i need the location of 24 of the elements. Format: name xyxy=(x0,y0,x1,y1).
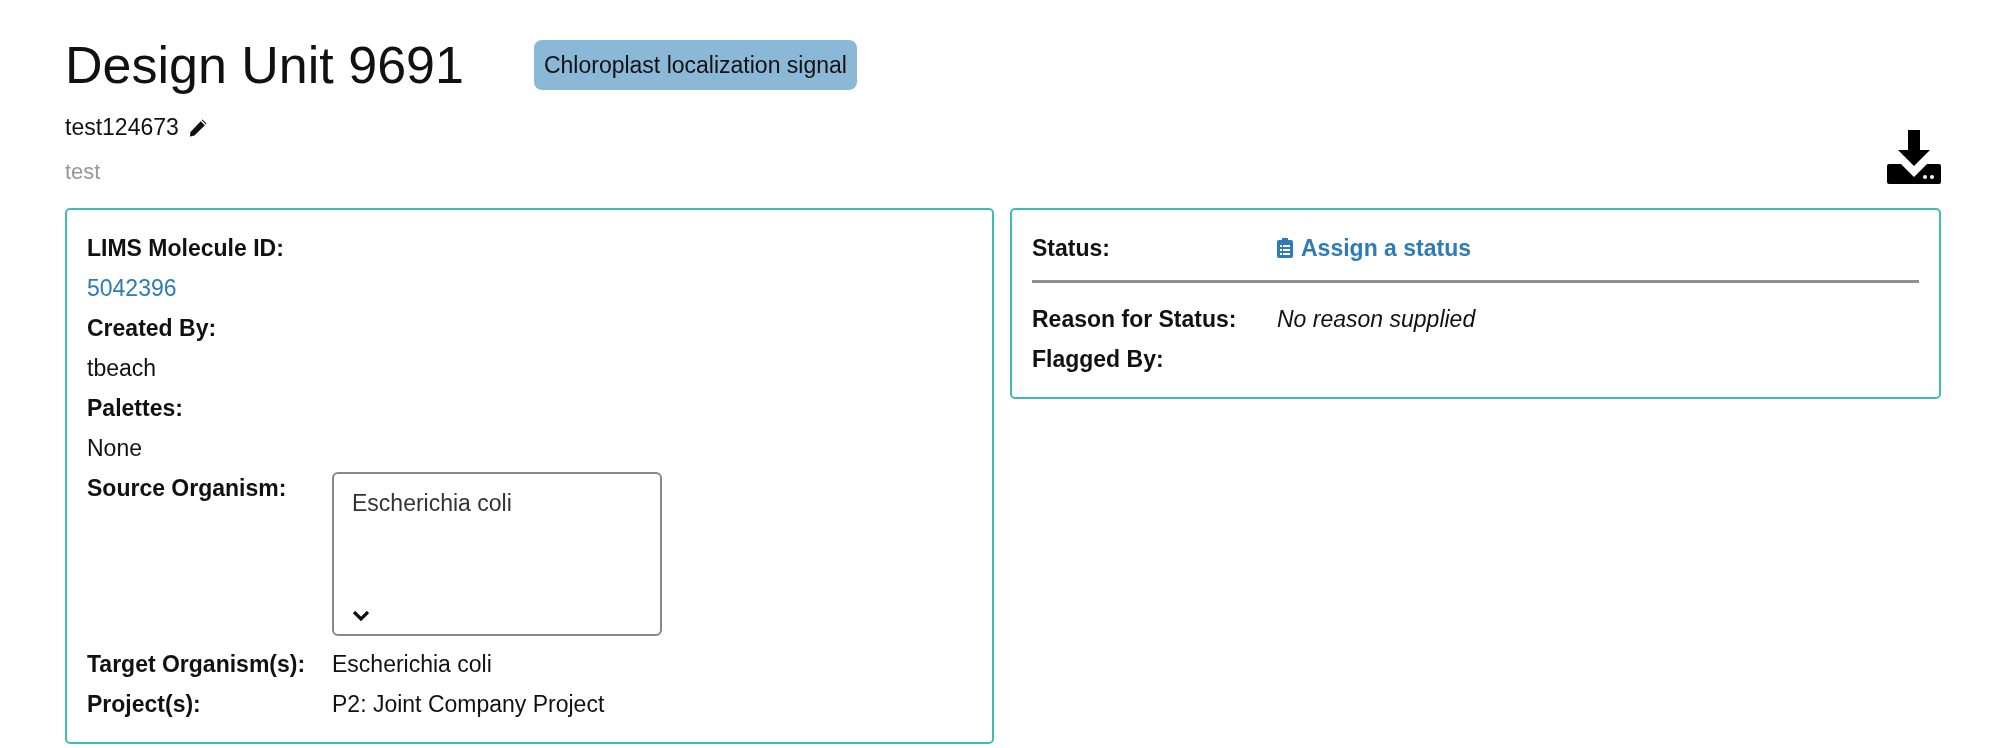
field-value: None xyxy=(87,433,143,463)
field-label: LIMS Molecule ID: xyxy=(87,233,285,263)
download-icon[interactable] xyxy=(1887,129,1941,184)
field-label: Palettes: xyxy=(87,393,184,423)
field-label: Flagged By: xyxy=(1032,344,1165,374)
field-value: P2: Joint Company Project xyxy=(332,689,605,719)
clipboard-icon xyxy=(1277,237,1293,259)
field-value: Escherichia coli xyxy=(332,649,492,679)
field-value: tbeach xyxy=(87,353,158,383)
field-label: Status: xyxy=(1032,233,1111,263)
field-value: No reason supplied xyxy=(1277,304,1476,334)
molecule-id-link[interactable]: 5042396 xyxy=(87,267,177,308)
field-label: Reason for Status: xyxy=(1032,304,1238,334)
description: test xyxy=(65,157,102,186)
field-label: Project(s): xyxy=(87,689,202,719)
tag-badge: Chloroplast localization signal xyxy=(533,39,857,91)
page-title: Design Unit 9691 xyxy=(65,35,464,96)
organism-select[interactable]: Escherichia coli xyxy=(332,471,662,636)
field-label: Target Organism(s): xyxy=(87,649,307,679)
field-label: Created By: xyxy=(87,313,218,343)
field-label: Source Organism: xyxy=(87,473,288,503)
assign-status-link[interactable]: Assign a status xyxy=(1277,227,1471,268)
chevron-down-icon xyxy=(352,609,370,622)
design-name: test124673 xyxy=(65,113,179,143)
